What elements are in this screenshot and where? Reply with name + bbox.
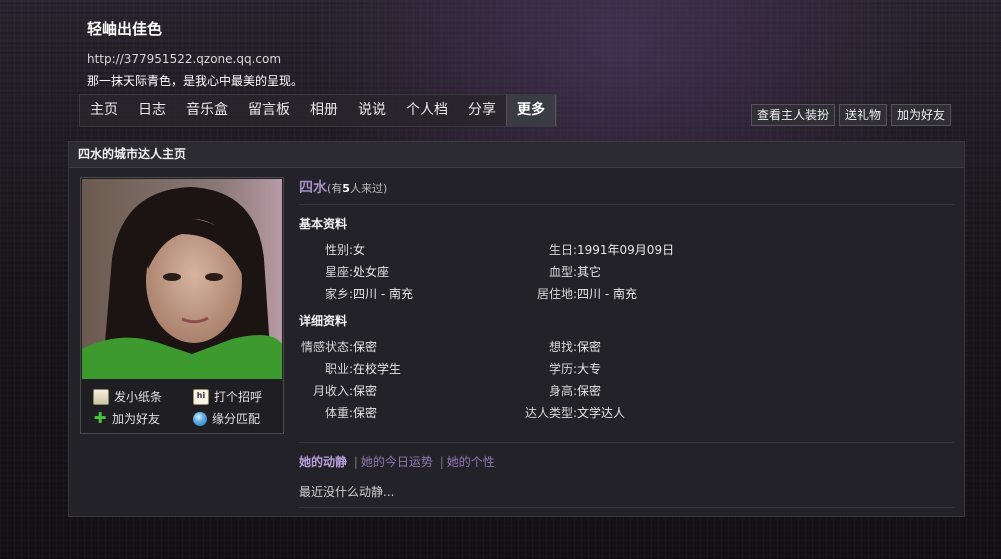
hometown-label: 家乡: <box>324 287 353 301</box>
nav-tab-music[interactable]: 音乐盒 <box>176 95 238 126</box>
job-value: 在校学生 <box>353 362 402 376</box>
globe-icon <box>193 411 207 426</box>
hometown-value: 四川 - 南充 <box>353 287 413 301</box>
profile-photo-image <box>82 179 282 379</box>
expert-type-label: 达人类型: <box>524 406 577 420</box>
tab-separator: | <box>353 455 358 469</box>
greet-label: 打个招呼 <box>214 390 263 404</box>
view-decor-button[interactable]: 查看主人装扮 <box>750 104 835 126</box>
send-gift-button[interactable]: 送礼物 <box>838 104 887 126</box>
gender-label: 性别: <box>324 243 353 257</box>
info-row: 家乡:四川 - 南充 居住地:四川 - 南充 <box>299 283 954 305</box>
hi-icon: hi <box>193 388 209 405</box>
visits-number: 5 <box>342 182 350 195</box>
seeking-value: 保密 <box>577 340 602 354</box>
add-friend-link[interactable]: ✚ 加为好友 <box>93 410 160 427</box>
nav-tab-album[interactable]: 相册 <box>300 95 348 126</box>
space-url[interactable]: http://377951522.qzone.qq.com <box>87 52 303 66</box>
income-label: 月收入: <box>312 384 353 398</box>
weight-value: 保密 <box>353 406 378 420</box>
expert-type-value: 文学达人 <box>577 406 626 420</box>
nav-tab-more[interactable]: 更多 <box>506 95 556 126</box>
residence-label: 居住地: <box>536 287 577 301</box>
profile-photo[interactable] <box>82 179 282 379</box>
visits-suffix: 人来过) <box>349 182 388 195</box>
add-friend-label: 加为好友 <box>112 412 161 426</box>
relationship-label: 情感状态: <box>300 340 353 354</box>
space-header: 轻岫出佳色 http://377951522.qzone.qq.com 那一抹天… <box>87 18 303 89</box>
visits-prefix: (有 <box>327 182 343 195</box>
feed-empty-text: 最近没什么动静... <box>299 483 954 508</box>
info-row: 情感状态:保密 想找:保密 <box>299 336 954 358</box>
blood-value: 其它 <box>577 265 602 279</box>
relationship-value: 保密 <box>353 340 378 354</box>
zodiac-label: 星座: <box>324 265 353 279</box>
send-note-label: 发小纸条 <box>114 390 163 404</box>
nav-tab-guestbook[interactable]: 留言板 <box>238 95 300 126</box>
info-row: 职业:在校学生 学历:大专 <box>299 358 954 380</box>
income-value: 保密 <box>353 384 378 398</box>
space-title: 轻岫出佳色 <box>87 20 163 38</box>
residence-value: 四川 - 南充 <box>577 287 637 301</box>
name-line: 四水(有5人来过) <box>299 177 954 205</box>
match-link[interactable]: 缘分匹配 <box>193 410 260 427</box>
weight-label: 体重: <box>324 406 353 420</box>
job-label: 职业: <box>324 362 353 376</box>
owner-actions: 查看主人装扮 送礼物 加为好友 <box>750 104 951 126</box>
info-row: 性别:女 生日:1991年09月09日 <box>299 239 954 261</box>
zodiac-value: 处女座 <box>353 265 390 279</box>
height-value: 保密 <box>577 384 602 398</box>
gender-value: 女 <box>353 243 366 257</box>
detail-info-title: 详细资料 <box>299 314 348 328</box>
info-row: 星座:处女座 血型:其它 <box>299 261 954 283</box>
feed-tabs: 她的动静 | 她的今日运势 | 她的个性 <box>299 453 954 470</box>
panel-title: 四水的城市达人主页 <box>69 142 964 168</box>
basic-info-title: 基本资料 <box>299 217 348 231</box>
profile-photo-box: 发小纸条 hi 打个招呼 ✚ 加为好友 缘分匹配 <box>80 177 284 434</box>
nav-tab-profile[interactable]: 个人档 <box>396 95 458 126</box>
plus-icon: ✚ <box>93 408 107 427</box>
blood-label: 血型: <box>548 265 577 279</box>
nav-tab-blog[interactable]: 日志 <box>128 95 176 126</box>
detail-info-grid: 情感状态:保密 想找:保密 职业:在校学生 学历:大专 月收入:保密 身高:保密… <box>299 336 954 424</box>
tab-her-fortune[interactable]: 她的今日运势 <box>361 455 433 469</box>
send-note-link[interactable]: 发小纸条 <box>93 388 162 405</box>
education-label: 学历: <box>548 362 577 376</box>
nav-tab-home[interactable]: 主页 <box>80 95 128 126</box>
tab-her-activity[interactable]: 她的动静 <box>299 455 347 469</box>
profile-info: 四水(有5人来过) 基本资料 性别:女 生日:1991年09月09日 星座:处女… <box>299 177 954 508</box>
profile-name[interactable]: 四水 <box>299 180 327 196</box>
birthday-label: 生日: <box>548 243 577 257</box>
tab-her-personality[interactable]: 她的个性 <box>447 455 495 469</box>
note-icon <box>93 388 109 405</box>
info-row: 体重:保密 达人类型:文学达人 <box>299 402 954 424</box>
basic-info-grid: 性别:女 生日:1991年09月09日 星座:处女座 血型:其它 家乡:四川 -… <box>299 239 954 305</box>
space-motto: 那一抹天际青色，是我心中最美的呈现。 <box>87 74 304 88</box>
match-label: 缘分匹配 <box>212 412 261 426</box>
height-label: 身高: <box>548 384 577 398</box>
nav-tab-status[interactable]: 说说 <box>348 95 396 126</box>
feed-divider <box>299 442 954 443</box>
visit-count: (有5人来过) <box>327 182 387 195</box>
main-nav: 主页 日志 音乐盒 留言板 相册 说说 个人档 分享 更多 <box>79 94 557 127</box>
seeking-label: 想找: <box>548 340 577 354</box>
city-expert-panel: 四水的城市达人主页 发小纸条 hi 打个招呼 ✚ 加为好友 缘分匹配 四水(有5… <box>68 141 965 517</box>
greet-link[interactable]: hi 打个招呼 <box>193 388 262 405</box>
info-row: 月收入:保密 身高:保密 <box>299 380 954 402</box>
tab-separator: | <box>439 455 444 469</box>
birthday-value: 1991年09月09日 <box>577 243 675 257</box>
nav-tab-share[interactable]: 分享 <box>458 95 506 126</box>
add-friend-top-button[interactable]: 加为好友 <box>890 104 951 126</box>
education-value: 大专 <box>577 362 602 376</box>
